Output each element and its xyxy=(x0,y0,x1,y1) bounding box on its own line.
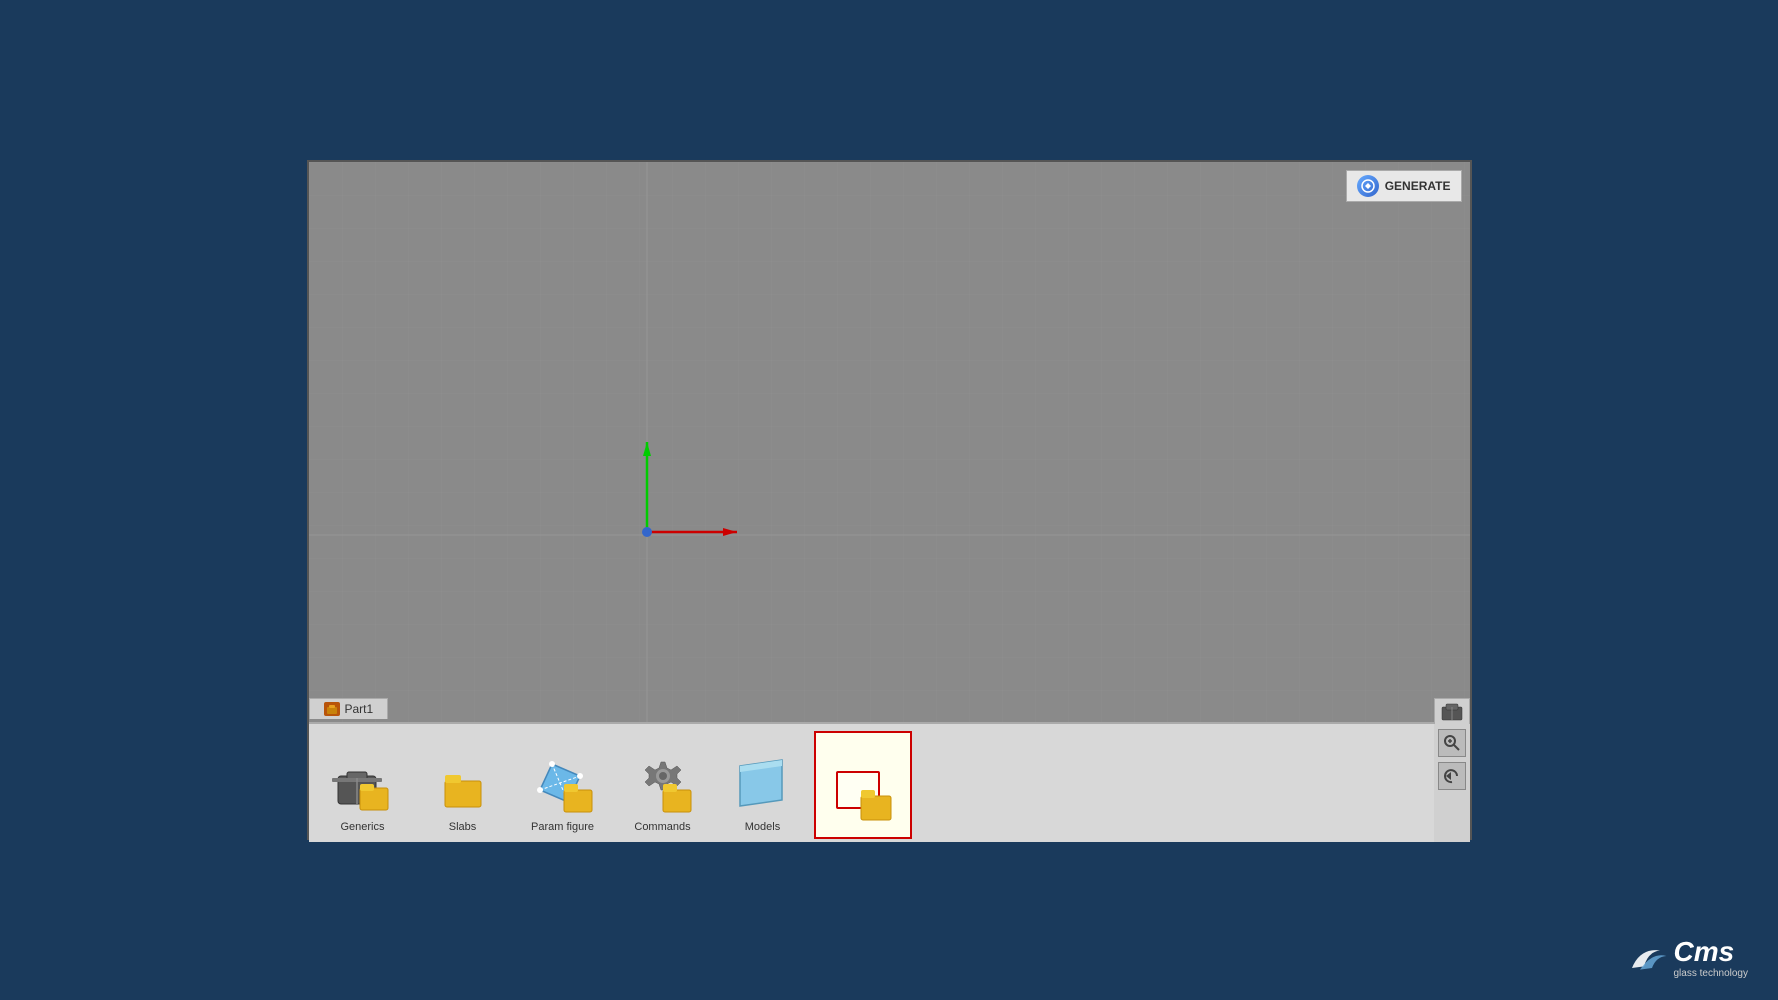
cms-logo: Cms glass technology xyxy=(1628,936,1749,980)
cms-swoosh-icon xyxy=(1628,943,1668,973)
generate-icon xyxy=(1357,175,1379,197)
commands-icon-container xyxy=(631,753,695,817)
zoom-button[interactable] xyxy=(1438,729,1466,757)
app-window: GENERATE Part1 xyxy=(307,160,1472,840)
origin-marker xyxy=(647,532,747,637)
part1-tab-label: Part1 xyxy=(345,702,374,716)
last-icon-container xyxy=(831,764,895,828)
tab-row: Part1 xyxy=(309,698,389,719)
generics-icon-container xyxy=(331,753,395,817)
right-buttons xyxy=(1434,724,1470,842)
cms-name: Cms xyxy=(1674,936,1749,968)
commands-label: Commands xyxy=(634,821,690,833)
slabs-icon-container xyxy=(431,753,495,817)
undo-button[interactable] xyxy=(1438,762,1466,790)
toolbar-items: Generics Slabs xyxy=(309,726,1470,844)
toolbar-item-param-figure[interactable]: Param figure xyxy=(514,731,612,839)
toolbar-item-models[interactable]: Models xyxy=(714,731,812,839)
canvas-grid xyxy=(309,162,1470,722)
cms-logo-text-group: Cms glass technology xyxy=(1674,936,1749,980)
generate-label: GENERATE xyxy=(1385,179,1451,193)
part1-tab-icon xyxy=(324,702,340,716)
canvas-area: GENERATE xyxy=(309,162,1470,722)
slabs-label: Slabs xyxy=(449,821,477,833)
models-label: Models xyxy=(745,821,780,833)
param-figure-icon-container xyxy=(531,753,595,817)
top-right-tab[interactable] xyxy=(1434,698,1470,724)
param-figure-label: Param figure xyxy=(531,821,594,833)
toolbar-item-generics[interactable]: Generics xyxy=(314,731,412,839)
generics-label: Generics xyxy=(340,821,384,833)
toolbar-item-commands[interactable]: Commands xyxy=(614,731,712,839)
part1-tab[interactable]: Part1 xyxy=(309,698,389,719)
cms-subtitle: glass technology xyxy=(1674,968,1749,980)
models-icon-container xyxy=(731,753,795,817)
toolbar-item-last[interactable] xyxy=(814,731,912,839)
generate-button[interactable]: GENERATE xyxy=(1346,170,1462,202)
bottom-bar: Part1 Gene xyxy=(309,722,1470,842)
toolbar-item-slabs[interactable]: Slabs xyxy=(414,731,512,839)
